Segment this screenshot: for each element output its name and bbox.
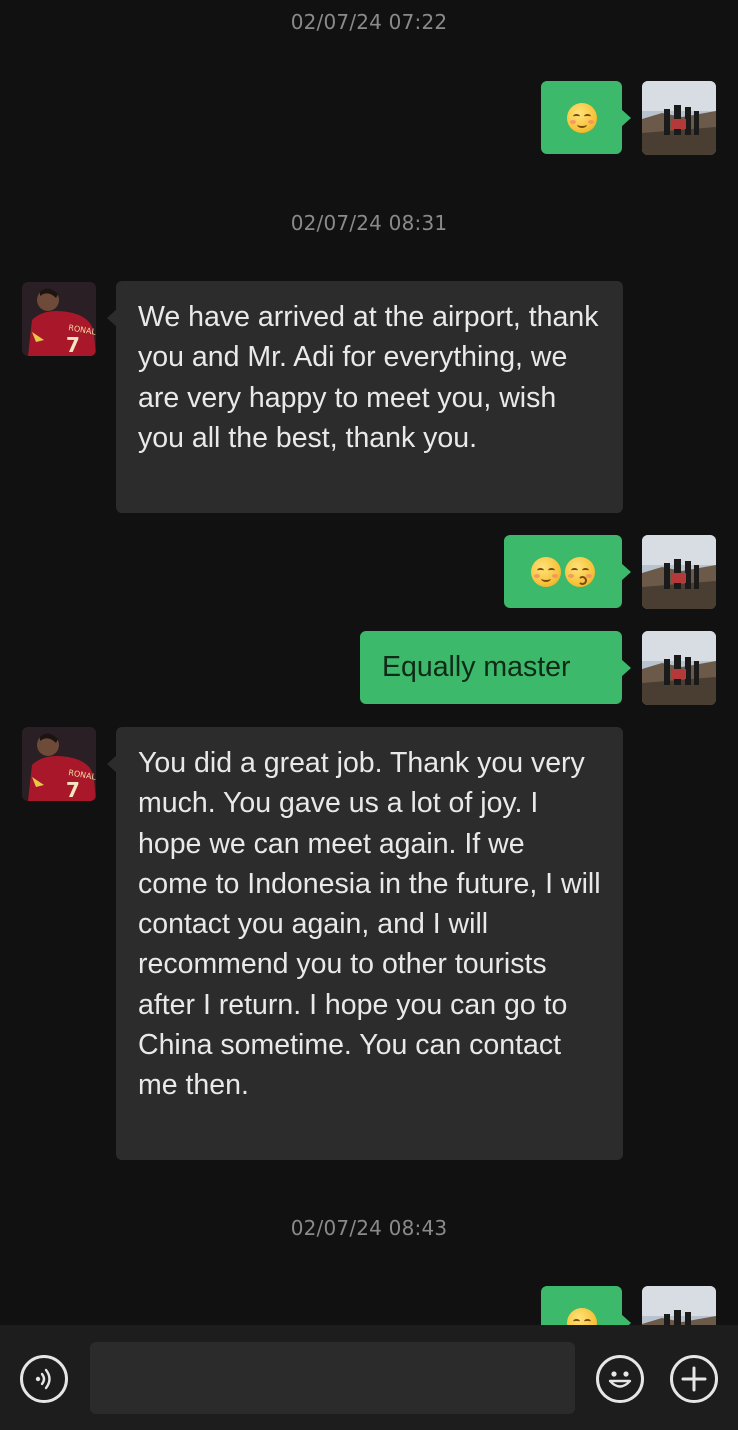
sent-message-bubble[interactable] xyxy=(504,535,631,608)
message-input[interactable] xyxy=(90,1342,575,1414)
contact-avatar[interactable]: RONALDO 7 xyxy=(22,727,96,801)
timestamp: 02/07/24 07:22 xyxy=(290,10,448,34)
received-message-bubble[interactable]: We have arrived at the airport, thank yo… xyxy=(107,281,623,513)
chat-input-bar xyxy=(0,1325,738,1430)
message-text: Equally master xyxy=(382,651,571,683)
my-avatar[interactable] xyxy=(642,631,716,705)
voice-input-icon[interactable] xyxy=(20,1355,68,1403)
timestamp: 02/07/24 08:43 xyxy=(290,1216,448,1240)
svg-text:7: 7 xyxy=(66,333,80,356)
smiling-face-icon xyxy=(566,102,597,133)
message-text: We have arrived at the airport, thank yo… xyxy=(138,301,599,454)
message-text: You did a great job. Thank you very much… xyxy=(138,747,601,1102)
contact-avatar[interactable]: RONALDO 7 xyxy=(22,282,96,356)
svg-text:7: 7 xyxy=(66,778,80,801)
plus-icon[interactable] xyxy=(670,1355,718,1403)
emoji-picker-icon[interactable] xyxy=(596,1355,644,1403)
received-message-bubble[interactable]: You did a great job. Thank you very much… xyxy=(107,727,623,1160)
timestamp: 02/07/24 08:31 xyxy=(290,211,448,235)
sent-message-bubble[interactable]: Equally master xyxy=(360,631,631,704)
sent-message-bubble[interactable] xyxy=(541,81,631,154)
my-avatar[interactable] xyxy=(642,535,716,609)
my-avatar[interactable] xyxy=(642,81,716,155)
kissing-face-icon xyxy=(565,556,595,587)
smiling-face-icon xyxy=(531,556,561,587)
